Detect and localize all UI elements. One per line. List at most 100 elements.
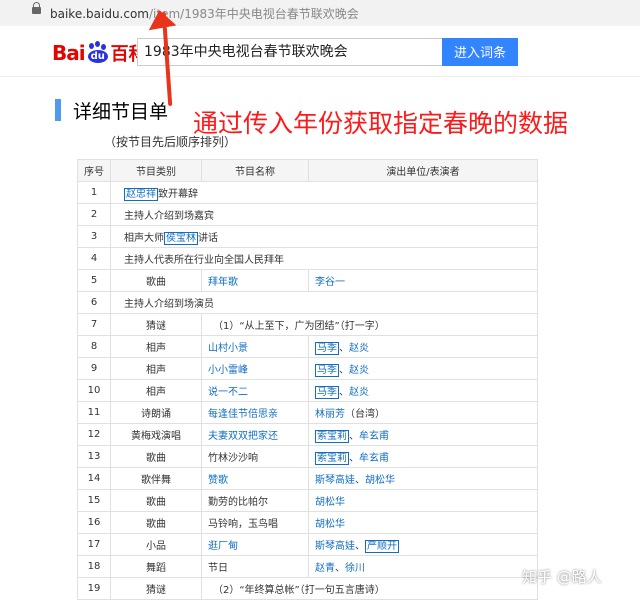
cell-title: 勤劳的比帕尔 <box>201 489 309 512</box>
cell-title: 拜年歌 <box>201 269 309 292</box>
cell-no: 8 <box>77 335 111 358</box>
program-table: 序号 节目类别 节目名称 演出单位/表演者 1 赵忠祥 致开幕辞 2 主持人介绍到场嘉宾… <box>77 159 538 600</box>
cell-merged: 主持人介绍到场演员 <box>110 291 538 314</box>
paw-icon: du <box>86 41 108 63</box>
baidu-baike-logo[interactable]: Bai du 百科 <box>52 40 147 66</box>
table-row: 19 猜谜 （2）“年终算总帐”（打一句五言唐诗） <box>77 577 538 600</box>
lock-icon <box>32 2 41 14</box>
cell-text: 主持人介绍到场嘉宾 <box>124 211 214 222</box>
cell-text: 竹林沙沙响 <box>208 453 258 464</box>
entry-link[interactable]: 牟玄甫 <box>359 431 389 442</box>
cell-no: 4 <box>77 247 111 270</box>
entry-link[interactable]: 胡松华 <box>315 519 345 530</box>
cell-no: 17 <box>77 533 111 556</box>
cell-no: 13 <box>77 445 111 468</box>
entry-link[interactable]: 侯宝林 <box>164 232 198 245</box>
entry-link[interactable]: 斯琴高娃 <box>315 475 355 486</box>
cell-category: 相声 <box>110 357 202 380</box>
cell-text: （台湾） <box>345 409 385 420</box>
cell-no: 5 <box>77 269 111 292</box>
entry-link[interactable]: 山村小景 <box>208 343 248 354</box>
entry-link[interactable]: 逛厂甸 <box>208 541 238 552</box>
table-row: 5 歌曲 拜年歌 李谷一 <box>77 269 538 292</box>
entry-link[interactable]: 赞歌 <box>208 475 228 486</box>
cell-no: 7 <box>77 313 111 336</box>
cell-category: 歌曲 <box>110 511 202 534</box>
cell-no: 6 <box>77 291 111 314</box>
cell-text: 相声大师 <box>124 233 164 244</box>
header-category: 节目类别 <box>110 159 202 182</box>
cell-text: 勤劳的比帕尔 <box>208 497 268 508</box>
entry-link[interactable]: 斯琴高娃 <box>315 541 355 552</box>
cell-riddle: （1）“从上至下，广为团结”（打一字） <box>201 313 538 336</box>
entry-link[interactable]: 徐川 <box>345 563 365 574</box>
cell-title: 节日 <box>201 555 309 578</box>
entry-link[interactable]: 赵炎 <box>349 387 369 398</box>
entry-link[interactable]: 严顺开 <box>365 540 399 553</box>
table-row: 15 歌曲 勤劳的比帕尔 胡松华 <box>77 489 538 512</box>
cell-category: 歌曲 <box>110 489 202 512</box>
cell-no: 16 <box>77 511 111 534</box>
table-row: 16 歌曲 马铃响，玉鸟唱 胡松华 <box>77 511 538 534</box>
section-title: 详细节目单 <box>73 101 169 123</box>
cell-category: 歌伴舞 <box>110 467 202 490</box>
cell-title: 竹林沙沙响 <box>201 445 309 468</box>
url-text[interactable]: baike.baidu.com/item/1983年中央电视台春节联欢晚会 <box>50 5 359 22</box>
cell-text: 节日 <box>208 563 228 574</box>
cell-no: 1 <box>77 181 111 204</box>
header-title: 节目名称 <box>201 159 309 182</box>
cell-no: 9 <box>77 357 111 380</box>
cell-text: 、 <box>349 431 359 442</box>
entry-link[interactable]: 赵青 <box>315 563 335 574</box>
section-subtitle: （按节目先后顺序排列） <box>104 135 237 149</box>
cell-title: 每逢佳节倍思亲 <box>201 401 309 424</box>
entry-link[interactable]: 林丽芳 <box>315 409 345 420</box>
entry-link[interactable]: 小小雷峰 <box>208 365 248 376</box>
table-row: 12 黄梅戏演唱 夫妻双双把家还 索宝莉 、牟玄甫 <box>77 423 538 446</box>
entry-link[interactable]: 说一不二 <box>208 387 248 398</box>
cell-performers: 马季 、赵炎 <box>308 335 538 358</box>
logo-du-text: du <box>87 50 108 63</box>
entry-link[interactable]: 赵忠祥 <box>124 188 158 201</box>
entry-link[interactable]: 马季 <box>315 364 339 377</box>
cell-no: 18 <box>77 555 111 578</box>
entry-link[interactable]: 每逢佳节倍思亲 <box>208 409 278 420</box>
annotation-text: 通过传入年份获取指定春晚的数据 <box>193 109 569 138</box>
search-input[interactable] <box>138 39 445 63</box>
browser-address-bar[interactable]: baike.baidu.com/item/1983年中央电视台春节联欢晚会 <box>0 0 640 27</box>
entry-link[interactable]: 索宝莉 <box>315 430 349 443</box>
cell-title: 夫妻双双把家还 <box>201 423 309 446</box>
entry-link[interactable]: 拜年歌 <box>208 277 238 288</box>
table-row: 14 歌伴舞 赞歌 斯琴高娃、胡松华 <box>77 467 538 490</box>
entry-link[interactable]: 索宝莉 <box>315 452 349 465</box>
table-row: 3 相声大师 侯宝林 讲话 <box>77 225 538 248</box>
cell-no: 19 <box>77 577 111 600</box>
cell-category: 歌曲 <box>110 269 202 292</box>
entry-link[interactable]: 胡松华 <box>315 497 345 508</box>
entry-link[interactable]: 马季 <box>315 386 339 399</box>
search-box[interactable] <box>137 38 445 66</box>
entry-link[interactable]: 牟玄甫 <box>359 453 389 464</box>
entry-link[interactable]: 马季 <box>315 342 339 355</box>
cell-performers: 斯琴高娃、 严顺开 <box>308 533 538 556</box>
cell-performers: 索宝莉 、牟玄甫 <box>308 423 538 446</box>
entry-link[interactable]: 赵炎 <box>349 365 369 376</box>
cell-text: 主持人介绍到场演员 <box>124 299 214 310</box>
cell-performers: 赵青、徐川 <box>308 555 538 578</box>
entry-link[interactable]: 胡松华 <box>365 475 395 486</box>
table-row: 2 主持人介绍到场嘉宾 <box>77 203 538 226</box>
cell-text: 致开幕辞 <box>158 189 198 200</box>
cell-category: 诗朗诵 <box>110 401 202 424</box>
cell-no: 10 <box>77 379 111 402</box>
entry-link[interactable]: 夫妻双双把家还 <box>208 431 278 442</box>
cell-no: 3 <box>77 225 111 248</box>
cell-merged: 主持人代表所在行业向全国人民拜年 <box>110 247 538 270</box>
table-row: 11 诗朗诵 每逢佳节倍思亲 林丽芳（台湾） <box>77 401 538 424</box>
entry-link[interactable]: 李谷一 <box>315 277 345 288</box>
entry-link[interactable]: 赵炎 <box>349 343 369 354</box>
cell-no: 11 <box>77 401 111 424</box>
cell-no: 15 <box>77 489 111 512</box>
cell-category: 猜谜 <box>110 577 202 600</box>
enter-entry-button[interactable]: 进入词条 <box>442 38 518 66</box>
cell-category: 猜谜 <box>110 313 202 336</box>
